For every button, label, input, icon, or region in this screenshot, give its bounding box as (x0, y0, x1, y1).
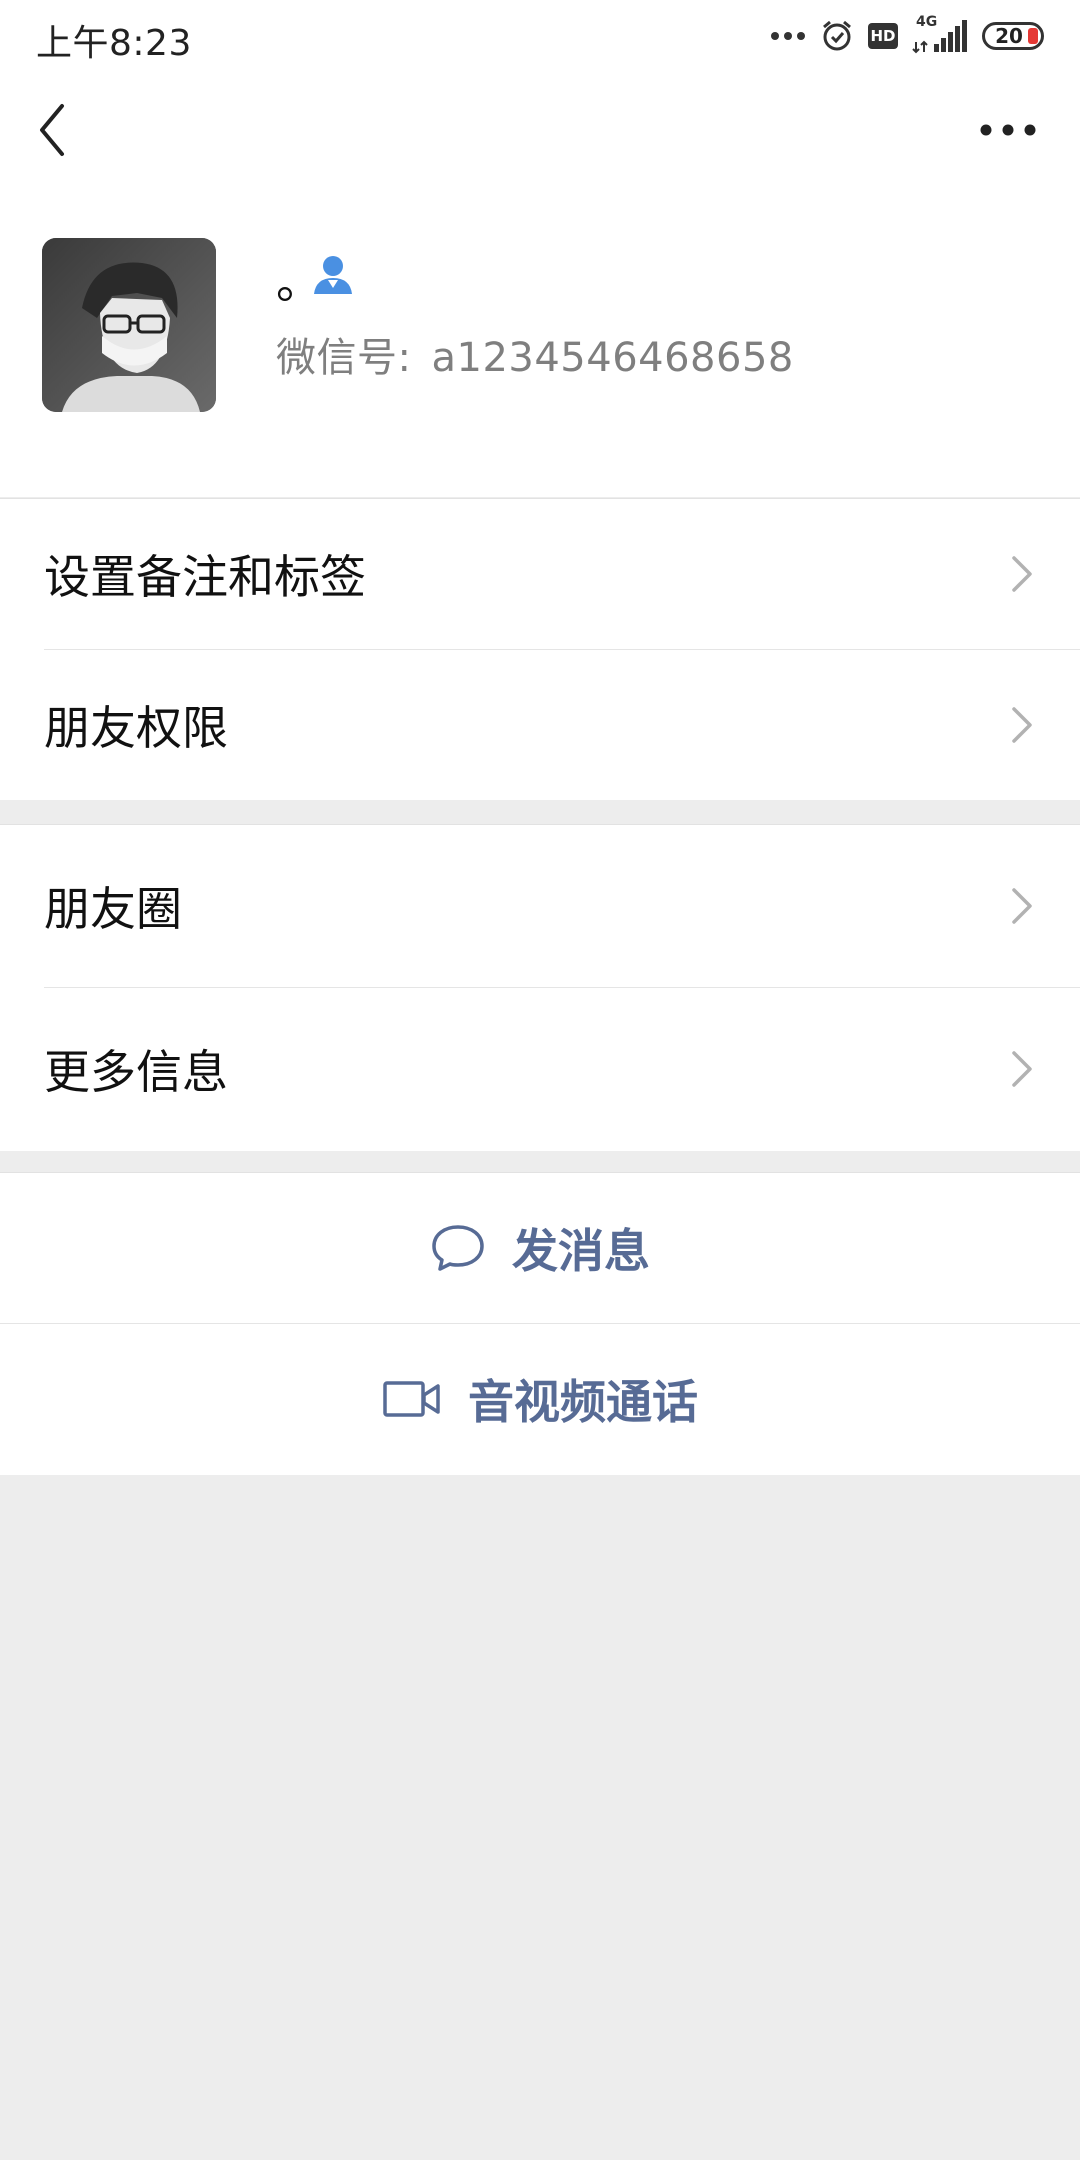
wechat-id-value: a1234546468658 (431, 335, 794, 381)
moments-row[interactable]: 朋友圈 (0, 825, 1080, 987)
send-message-button[interactable]: 发消息 (0, 1173, 1080, 1323)
chat-bubble-icon (432, 1225, 484, 1271)
send-message-label: 发消息 (512, 1224, 650, 1278)
wechat-id: 微信号: a1234546468658 (276, 330, 794, 386)
settings-group: 设置备注和标签 朋友权限 (0, 498, 1080, 800)
video-call-label: 音视频通话 (468, 1375, 698, 1429)
info-group: 朋友圈 更多信息 (0, 824, 1080, 1151)
signal-icon: 4G (912, 14, 968, 56)
more-info-row[interactable]: 更多信息 (0, 988, 1080, 1150)
status-bar: 上午8:23 HD 4G 20 (0, 0, 1080, 72)
avatar-image (42, 238, 216, 412)
chevron-right-icon (1012, 1051, 1032, 1087)
video-camera-icon (383, 1381, 440, 1417)
wechat-id-label: 微信号: (276, 335, 412, 381)
more-horizontal-icon (980, 124, 1036, 136)
set-remark-tags-row[interactable]: 设置备注和标签 (0, 499, 1080, 649)
row-label: 设置备注和标签 (44, 550, 366, 604)
nav-header (0, 72, 1080, 190)
status-icons: HD 4G 20 (770, 14, 1044, 56)
battery-indicator: 20 (982, 22, 1044, 50)
row-label: 朋友圈 (44, 882, 182, 936)
chevron-right-icon (1012, 888, 1032, 924)
battery-level: 20 (995, 24, 1023, 48)
back-button[interactable] (32, 100, 88, 160)
friend-permissions-row[interactable]: 朋友权限 (0, 650, 1080, 800)
video-call-button[interactable]: 音视频通话 (0, 1324, 1080, 1474)
chevron-right-icon (1012, 556, 1032, 592)
hd-badge: HD (868, 23, 898, 49)
row-label: 朋友权限 (44, 701, 228, 755)
chevron-left-icon (40, 104, 64, 156)
profile-card: 。 微信号: a1234546468658 (0, 190, 1080, 497)
chevron-right-icon (1012, 707, 1032, 743)
row-label: 更多信息 (44, 1045, 228, 1099)
avatar[interactable] (42, 238, 216, 412)
actions-group: 发消息 音视频通话 (0, 1172, 1080, 1475)
person-icon (314, 256, 352, 294)
alarm-icon (823, 20, 851, 51)
more-options-button[interactable] (976, 112, 1040, 148)
status-time: 上午8:23 (36, 23, 192, 64)
notification-dots-icon (771, 32, 805, 40)
battery-fill (1028, 28, 1038, 44)
